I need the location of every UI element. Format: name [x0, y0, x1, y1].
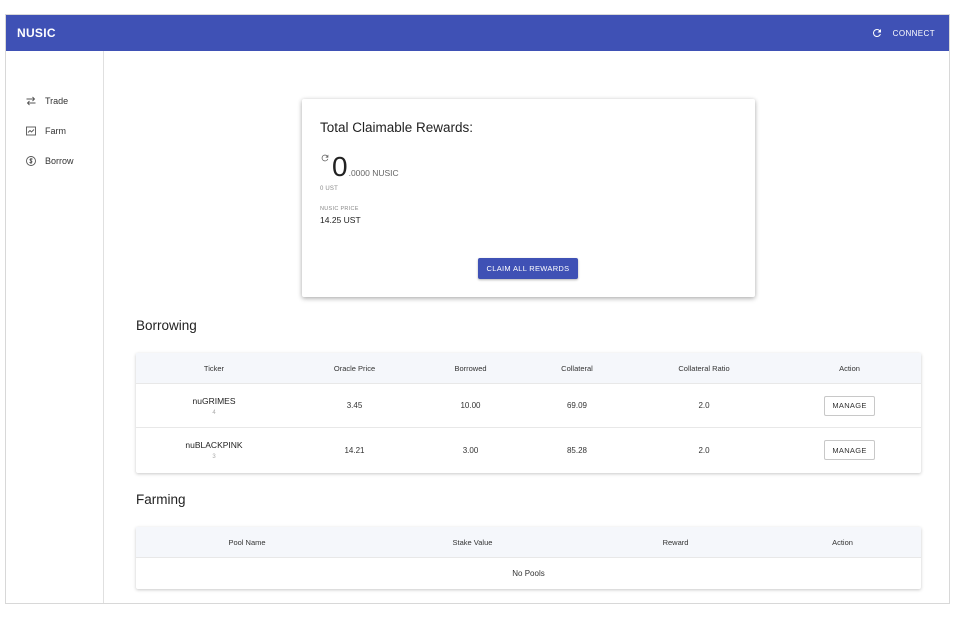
rewards-card: Total Claimable Rewards: 0 .0000 NUSIC 0…: [302, 99, 755, 297]
borrowed-cell: 10.00: [460, 401, 481, 410]
connect-button[interactable]: CONNECT: [893, 29, 935, 38]
connect-area: CONNECT: [871, 27, 935, 39]
column-header: Action: [832, 537, 853, 547]
column-header: Oracle Price: [333, 363, 376, 373]
sidebar-item-borrow[interactable]: Borrow: [6, 146, 103, 176]
app-title: NUSIC: [17, 26, 56, 40]
sidebar-item-label: Borrow: [45, 156, 74, 166]
ticker-cell: nuBLACKPINK 3: [136, 440, 292, 460]
table-header-row: Ticker Oracle Price Borrowed Collateral …: [136, 353, 921, 384]
borrowing-title: Borrowing: [136, 318, 197, 333]
column-header: Ticker: [203, 363, 225, 373]
chart-icon: [26, 126, 36, 136]
swap-arrows-icon: [26, 96, 36, 106]
borrowed-cell: 3.00: [462, 445, 479, 455]
action-cell: MANAGE: [778, 395, 921, 416]
column-header: Pool Name: [228, 537, 266, 547]
sidebar-item-label: Farm: [45, 126, 66, 136]
collateral-ratio-cell: 2.0: [698, 401, 710, 410]
empty-state-text: No Pools: [512, 568, 545, 578]
top-app-bar: NUSIC CONNECT: [6, 15, 949, 51]
column-header: Collateral: [561, 363, 593, 373]
rewards-title: Total Claimable Rewards:: [320, 120, 474, 135]
manage-button[interactable]: MANAGE: [824, 395, 875, 416]
collateral-cell: 85.28: [566, 445, 588, 455]
oracle-price-cell: 14.21: [344, 445, 365, 455]
reward-amount-integer: 0: [332, 151, 348, 182]
column-header: Stake Value: [452, 537, 493, 547]
price-label: NUSIC PRICE: [320, 206, 359, 212]
sidebar-item-trade[interactable]: Trade: [6, 86, 103, 116]
table-header-row: Pool Name Stake Value Reward Action: [136, 527, 921, 558]
column-header: Borrowed: [454, 363, 487, 373]
column-header: Reward: [662, 537, 689, 547]
column-header: Collateral Ratio: [678, 363, 730, 373]
ticker-cell: nuGRIMES 4: [136, 396, 292, 416]
claim-all-rewards-button[interactable]: CLAIM ALL REWARDS: [478, 258, 578, 279]
collateral-ratio-cell: 2.0: [698, 445, 710, 455]
manage-button[interactable]: MANAGE: [824, 440, 875, 460]
reward-amount: 0 .0000 NUSIC: [320, 151, 737, 181]
farming-table: Pool Name Stake Value Reward Action No P…: [136, 527, 921, 589]
action-cell: MANAGE: [778, 440, 921, 460]
ticker-id: 4: [212, 409, 216, 416]
table-row: nuBLACKPINK 3 14.21 3.00 85.28 2.0 MANAG…: [136, 428, 921, 472]
column-header: Action: [839, 363, 860, 373]
refresh-icon[interactable]: [871, 27, 883, 39]
sidebar: Trade Farm Borrow: [6, 51, 104, 603]
empty-state-row: No Pools: [136, 558, 921, 588]
ticker-id: 3: [212, 454, 216, 460]
ticker-name: nuBLACKPINK: [185, 440, 243, 450]
price-value: 14.25 UST: [320, 215, 361, 225]
table-row: nuGRIMES 4 3.45 10.00 69.09 2.0 MANAGE: [136, 384, 921, 428]
sidebar-item-label: Trade: [45, 96, 69, 106]
oracle-price-cell: 3.45: [346, 401, 363, 410]
farming-title: Farming: [136, 492, 186, 507]
collateral-cell: 69.09: [566, 401, 588, 410]
refresh-icon[interactable]: [320, 153, 330, 163]
ticker-name: nuGRIMES: [192, 395, 236, 406]
sidebar-item-farm[interactable]: Farm: [6, 116, 103, 146]
reward-amount-decimal: .0000 NUSIC: [348, 168, 399, 178]
main-content: Total Claimable Rewards: 0 .0000 NUSIC 0…: [104, 51, 949, 603]
borrow-icon: [26, 156, 36, 166]
app-window: NUSIC CONNECT Trade Farm Borrow Total Cl…: [5, 14, 950, 604]
reward-ust-value: 0 UST: [320, 186, 339, 192]
borrowing-table: Ticker Oracle Price Borrowed Collateral …: [136, 353, 921, 473]
